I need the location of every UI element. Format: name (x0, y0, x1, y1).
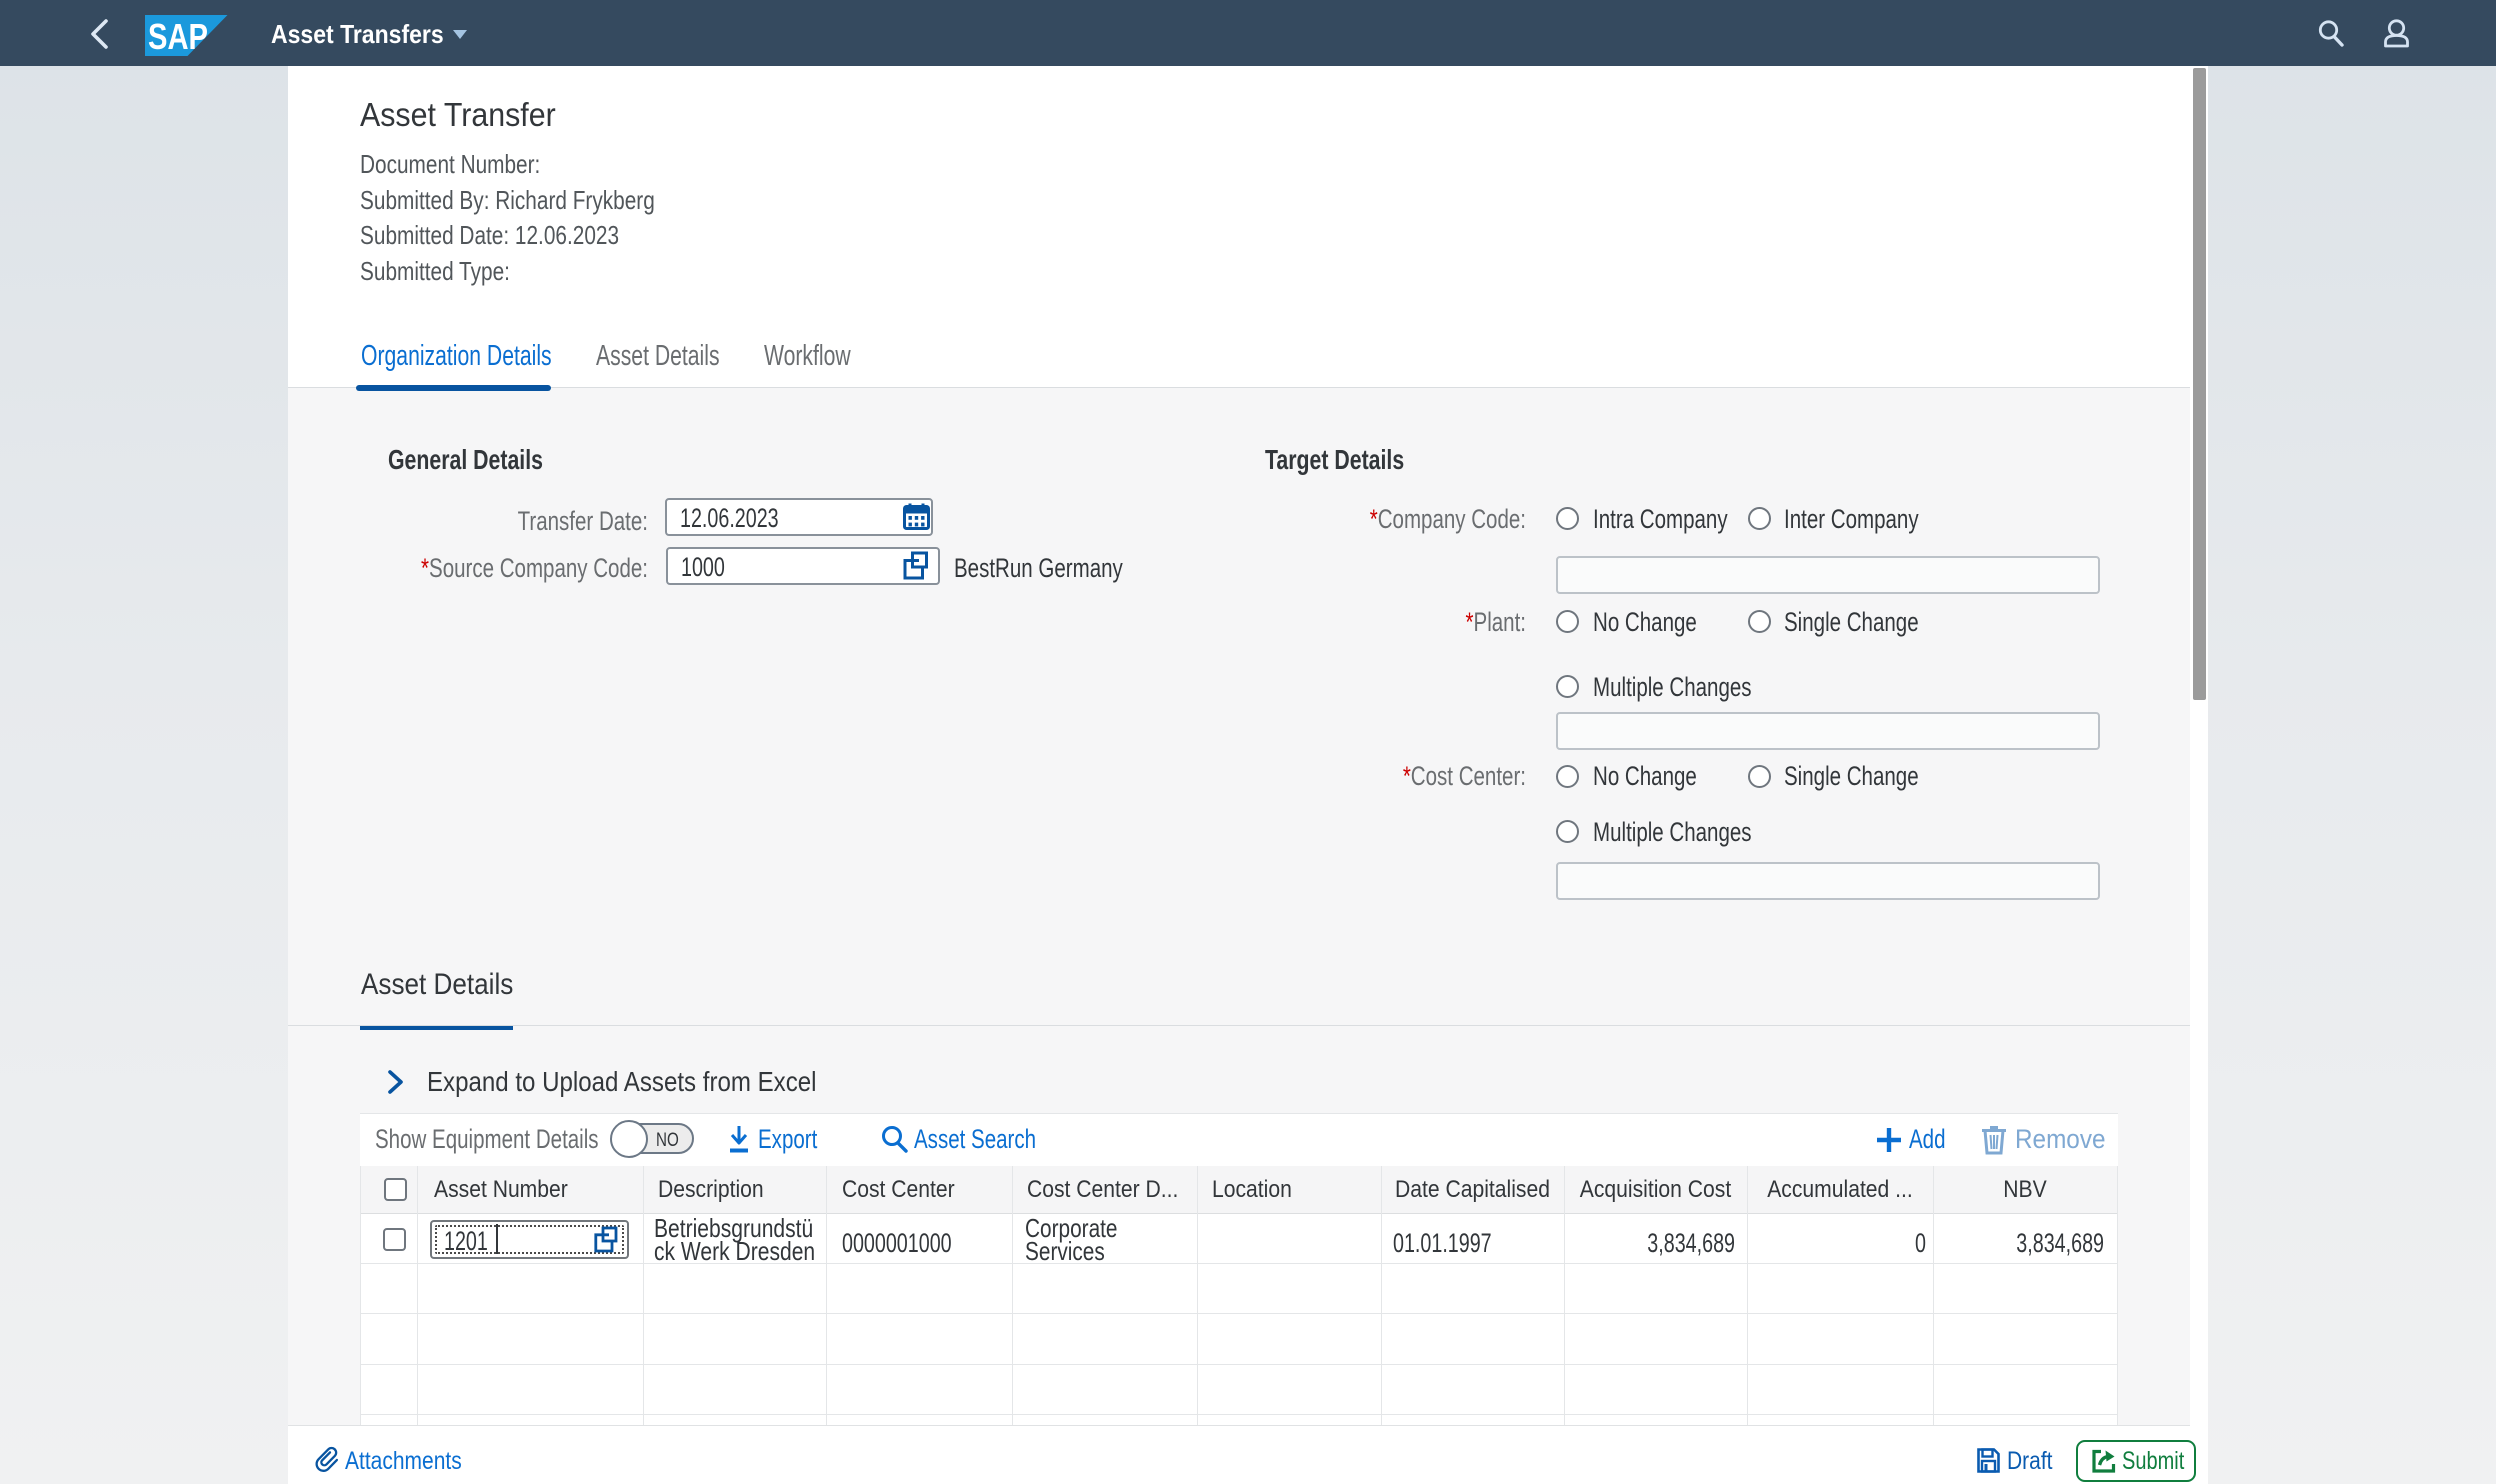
svg-text:SAP: SAP (148, 16, 208, 56)
